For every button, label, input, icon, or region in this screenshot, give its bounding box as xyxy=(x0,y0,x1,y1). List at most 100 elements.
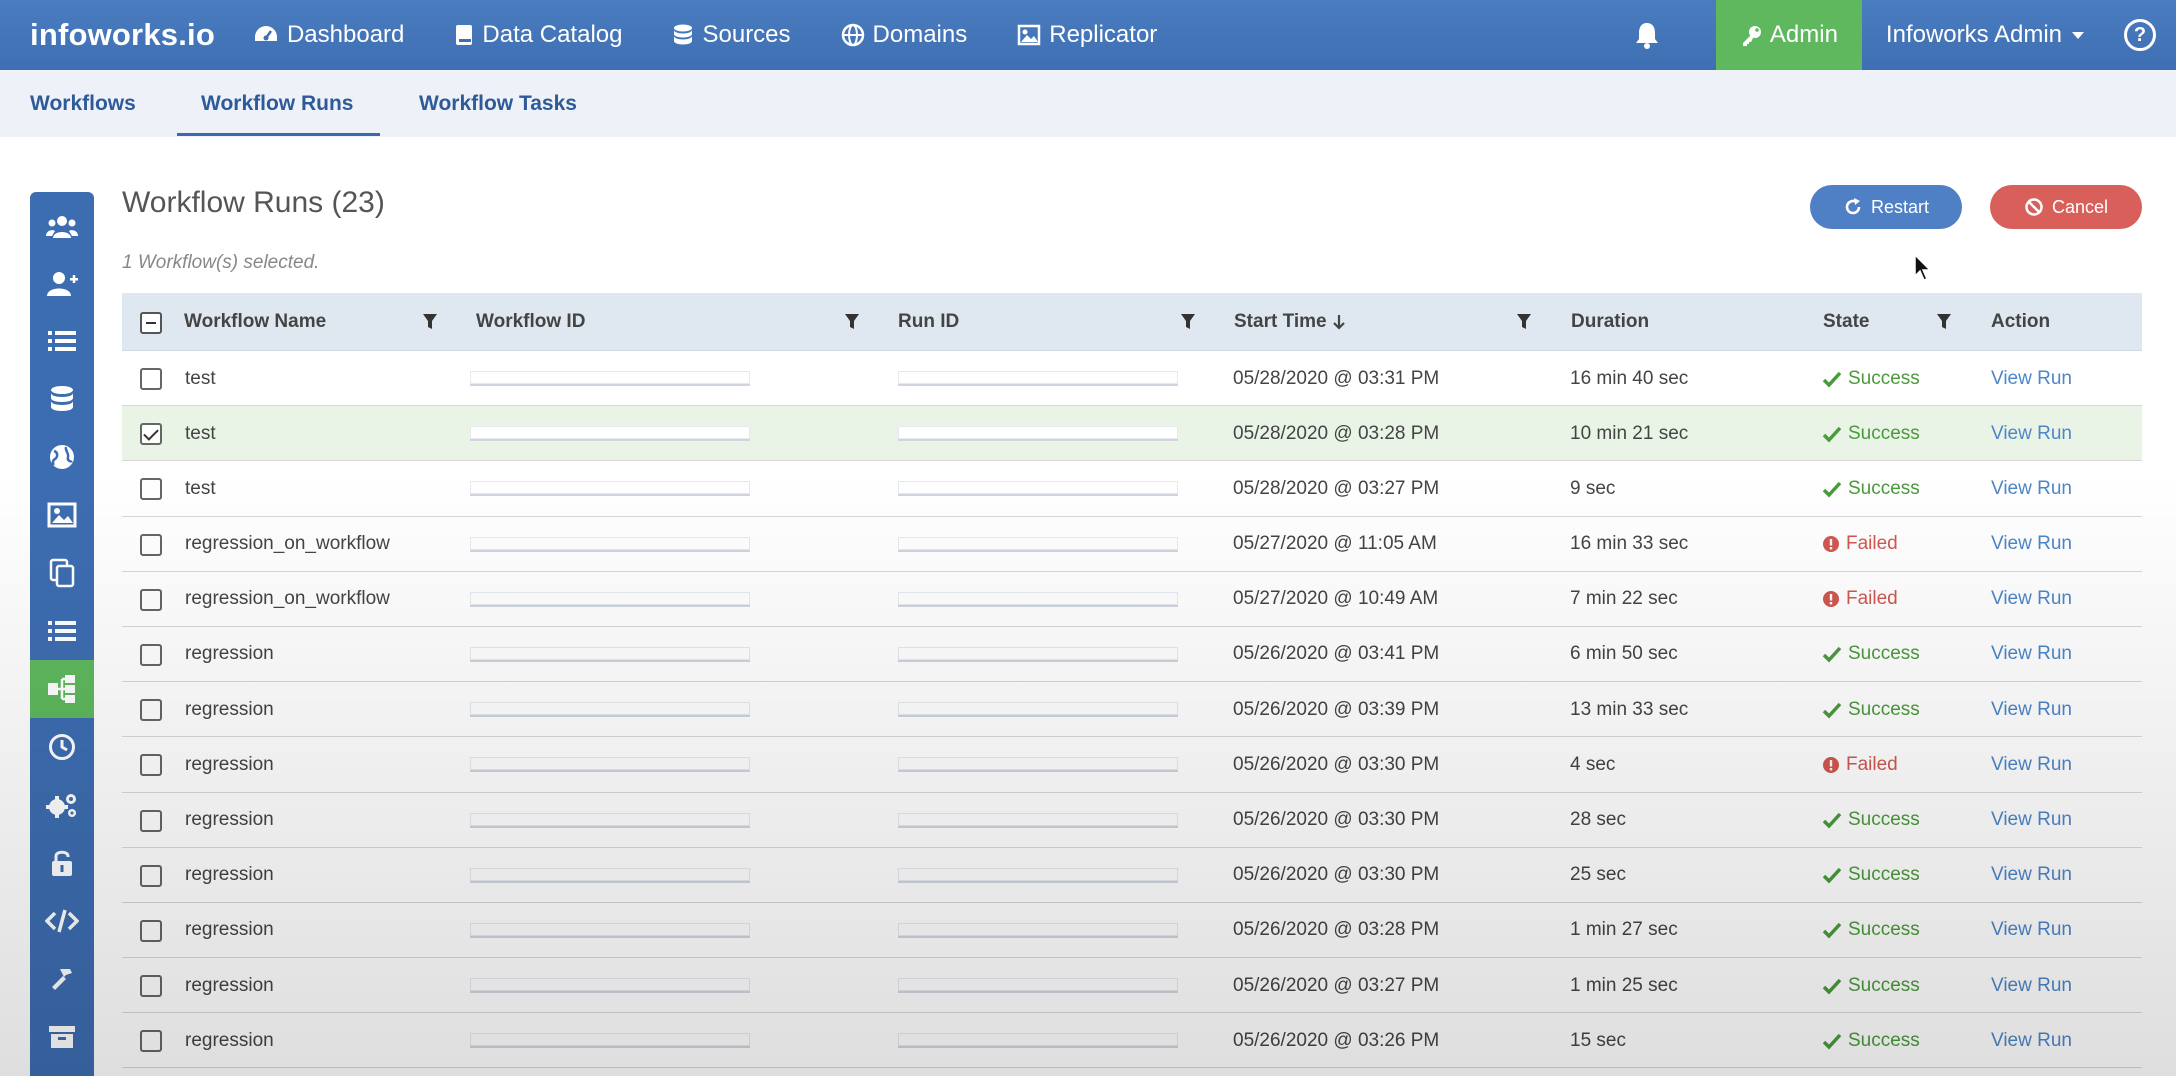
view-run-link[interactable]: View Run xyxy=(1991,1013,2072,1068)
view-run-link[interactable]: View Run xyxy=(1991,517,2072,572)
workflow-name: test xyxy=(185,422,216,444)
tab-workflow-tasks[interactable]: Workflow Tasks xyxy=(419,92,577,116)
nav-domains[interactable]: Domains xyxy=(841,21,967,49)
row-checkbox[interactable] xyxy=(140,643,162,666)
workflow-runs-table: Workflow Name Workflow ID Run ID Start T… xyxy=(122,293,2142,1069)
row-checkbox[interactable] xyxy=(140,423,162,446)
view-run-link[interactable]: View Run xyxy=(1991,903,2072,958)
sidebar-item-archive[interactable] xyxy=(30,1012,94,1062)
check-icon xyxy=(1822,426,1842,443)
row-checkbox[interactable] xyxy=(140,809,162,832)
sidebar-item-tools[interactable] xyxy=(30,954,94,1004)
col-header-workflow-id[interactable]: Workflow ID xyxy=(476,293,585,351)
filter-icon[interactable] xyxy=(1516,313,1532,331)
view-run-link[interactable]: View Run xyxy=(1991,682,2072,737)
brand-logo[interactable]: infoworks.io xyxy=(30,17,215,53)
tab-workflow-runs[interactable]: Workflow Runs xyxy=(201,92,353,116)
view-run-link[interactable]: View Run xyxy=(1991,461,2072,516)
workflow-name: regression xyxy=(185,698,274,720)
sidebar-item-schedule[interactable] xyxy=(30,722,94,772)
row-checkbox[interactable] xyxy=(140,368,162,390)
col-header-start-time[interactable]: Start Time xyxy=(1234,293,1345,351)
table-row[interactable]: regression 05/26/2020 @ 03:30 PM 25 sec Suc… xyxy=(122,848,2142,903)
row-checkbox[interactable] xyxy=(140,588,162,611)
status-badge: Success xyxy=(1822,461,1920,516)
redacted-workflow-id xyxy=(470,481,750,497)
workflow-name: test xyxy=(185,367,216,389)
row-checkbox[interactable] xyxy=(140,1030,162,1053)
row-checkbox[interactable] xyxy=(140,754,162,777)
col-header-workflow-name[interactable]: Workflow Name xyxy=(184,293,326,351)
sidebar-item-security[interactable] xyxy=(30,838,94,888)
check-icon xyxy=(1822,481,1842,498)
workflow-name: regression xyxy=(185,1029,274,1051)
sidebar-item-users[interactable] xyxy=(30,202,94,252)
workflow-name: regression_on_workflow xyxy=(185,588,390,610)
sidebar-item-add-user[interactable] xyxy=(30,259,94,309)
sidebar-item-code[interactable] xyxy=(30,896,94,946)
filter-icon[interactable] xyxy=(422,313,438,331)
state-label: Success xyxy=(1848,698,1920,720)
sidebar-item-workflows[interactable] xyxy=(30,660,94,718)
table-row[interactable]: regression_on_workflow 05/27/2020 @ 10:49… xyxy=(122,572,2142,627)
filter-icon[interactable] xyxy=(844,313,860,331)
view-run-link[interactable]: View Run xyxy=(1991,572,2072,627)
table-row[interactable]: regression 05/26/2020 @ 03:30 PM 28 sec Suc… xyxy=(122,793,2142,848)
row-checkbox[interactable] xyxy=(140,478,162,501)
table-row[interactable]: regression 05/26/2020 @ 03:27 PM 1 min 25 … xyxy=(122,958,2142,1014)
view-run-link[interactable]: View Run xyxy=(1991,848,2072,903)
sidebar-item-settings[interactable] xyxy=(30,780,94,830)
view-run-link[interactable]: View Run xyxy=(1991,793,2072,848)
row-checkbox[interactable] xyxy=(140,919,162,942)
admin-tab[interactable]: Admin xyxy=(1715,0,1862,70)
view-run-link[interactable]: View Run xyxy=(1991,351,2072,406)
redacted-run-id xyxy=(898,1033,1178,1049)
cancel-button[interactable]: Cancel xyxy=(1990,185,2142,229)
sidebar-item-copy[interactable] xyxy=(30,548,94,598)
sidebar-item-replicator[interactable] xyxy=(30,490,94,540)
sidebar-item-database[interactable] xyxy=(30,374,94,424)
filter-icon[interactable] xyxy=(1180,313,1196,331)
sidebar-item-list[interactable] xyxy=(30,316,94,366)
col-header-run-id[interactable]: Run ID xyxy=(898,293,959,351)
help-icon[interactable]: ? xyxy=(2124,19,2156,51)
view-run-link[interactable]: View Run xyxy=(1991,737,2072,792)
user-menu[interactable]: Infoworks Admin xyxy=(1886,21,2084,49)
table-row[interactable]: test 05/28/2020 @ 03:28 PM 10 min 21 sec Su… xyxy=(122,406,2142,462)
table-row[interactable]: regression_on_workflow 05/27/2020 @ 11:05… xyxy=(122,517,2142,572)
row-checkbox[interactable] xyxy=(140,533,162,556)
nav-replicator[interactable]: Replicator xyxy=(1017,21,1157,49)
col-header-duration[interactable]: Duration xyxy=(1571,293,1649,351)
table-row[interactable]: regression 05/26/2020 @ 03:26 PM 15 sec Suc… xyxy=(122,1013,2142,1069)
col-header-state[interactable]: State xyxy=(1823,293,1869,351)
row-checkbox[interactable] xyxy=(140,699,162,722)
table-row[interactable]: test 05/28/2020 @ 03:27 PM 9 sec Success Vie… xyxy=(122,461,2142,517)
view-run-link[interactable]: View Run xyxy=(1991,627,2072,682)
table-row[interactable]: regression 05/26/2020 @ 03:30 PM 4 sec Fail… xyxy=(122,737,2142,793)
table-row[interactable]: regression 05/26/2020 @ 03:41 PM 6 min 50 … xyxy=(122,627,2142,683)
table-row[interactable]: regression 05/26/2020 @ 03:39 PM 13 min 33… xyxy=(122,682,2142,738)
state-label: Success xyxy=(1848,367,1920,389)
nav-dashboard[interactable]: Dashboard xyxy=(253,21,404,49)
nav-sources[interactable]: Sources xyxy=(672,21,791,49)
sidebar-item-domains[interactable] xyxy=(30,432,94,482)
sidebar-item-list-alt[interactable] xyxy=(30,606,94,656)
table-row[interactable]: regression 05/26/2020 @ 03:28 PM 1 min 27 … xyxy=(122,903,2142,959)
row-checkbox[interactable] xyxy=(140,864,162,887)
dashboard-icon xyxy=(254,26,277,41)
restart-button[interactable]: Restart xyxy=(1810,185,1962,229)
notifications-button[interactable] xyxy=(1602,0,1692,70)
select-all-checkbox[interactable] xyxy=(140,312,162,334)
row-checkbox[interactable] xyxy=(140,975,162,998)
table-row[interactable]: test 05/28/2020 @ 03:31 PM 16 min 40 sec Su… xyxy=(122,351,2142,407)
redacted-run-id xyxy=(898,922,1178,938)
filter-icon[interactable] xyxy=(1936,313,1952,331)
view-run-link[interactable]: View Run xyxy=(1991,406,2072,461)
nav-data-catalog[interactable]: Data Catalog xyxy=(454,21,622,49)
tab-workflows[interactable]: Workflows xyxy=(30,92,136,116)
redacted-run-id xyxy=(898,371,1178,386)
image-icon xyxy=(47,502,77,528)
page-title: Workflow Runs (23) xyxy=(122,186,385,219)
start-time: 05/28/2020 @ 03:31 PM xyxy=(1233,367,1440,389)
view-run-link[interactable]: View Run xyxy=(1991,958,2072,1013)
